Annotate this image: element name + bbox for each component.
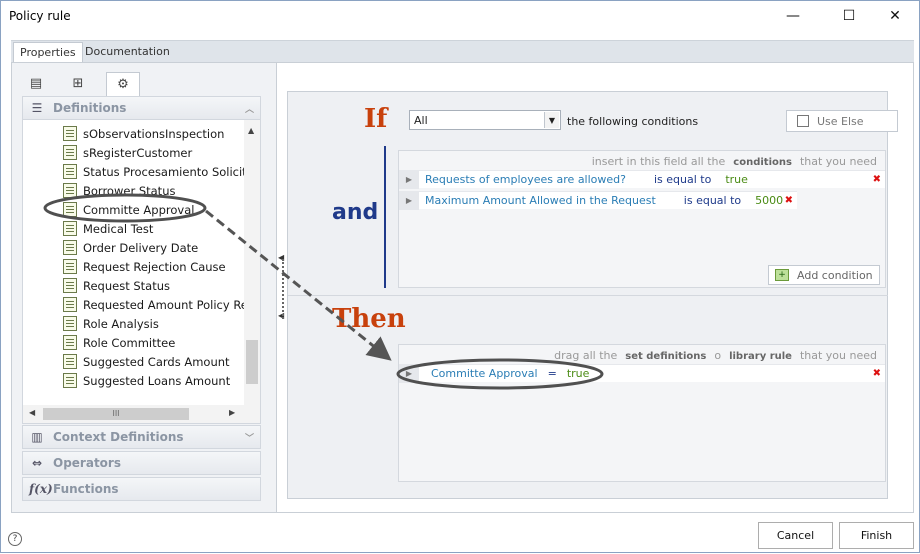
finish-button[interactable]: Finish (839, 522, 914, 549)
cancel-button[interactable]: Cancel (758, 522, 833, 549)
source-highlight-ellipse (43, 193, 207, 223)
target-highlight-ellipse (396, 358, 604, 390)
policy-rule-dialog: Policy rule — ☐ ✕ Properties Documentati… (0, 0, 920, 553)
drag-arrow (205, 209, 392, 361)
annotation-overlay (43, 193, 604, 390)
help-icon[interactable]: ? (8, 532, 22, 546)
